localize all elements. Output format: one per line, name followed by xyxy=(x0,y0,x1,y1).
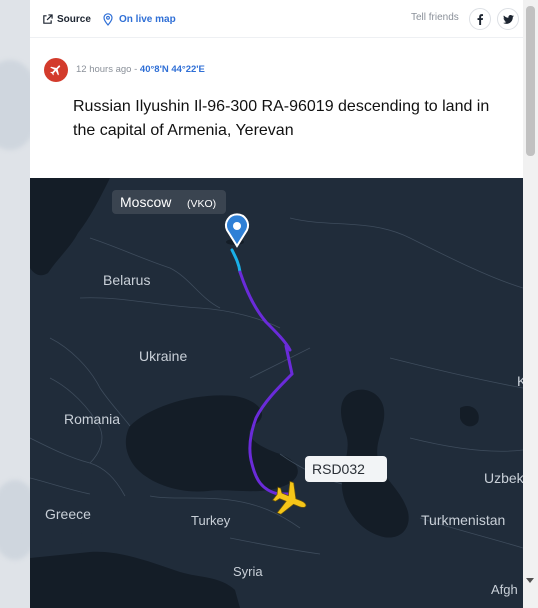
origin-city: Moscow xyxy=(120,194,172,210)
label-belarus: Belarus xyxy=(103,272,150,288)
post-headline: Russian Ilyushin Il-96-300 RA-96019 desc… xyxy=(73,98,490,139)
meta-separator: - xyxy=(134,64,138,75)
callsign-text: RSD032 xyxy=(312,461,365,477)
tell-friends-label: Tell friends xyxy=(411,12,459,23)
scrollbar-thumb[interactable] xyxy=(526,6,535,156)
origin-code: (VKO) xyxy=(187,198,216,210)
event-card: Source On live map Tell friends 12 hours… xyxy=(30,0,523,608)
label-syria: Syria xyxy=(233,564,263,579)
facebook-icon xyxy=(477,13,484,25)
source-label: Source xyxy=(57,13,91,25)
facebook-share-button[interactable] xyxy=(469,8,491,30)
flight-map-image: Moscow (VKO) RSD032 Belarus Ukraine Roma… xyxy=(30,178,523,608)
source-avatar xyxy=(44,58,68,82)
post-coordinates[interactable]: 40°8'N 44°22'E xyxy=(140,64,205,75)
map-pin-icon xyxy=(103,12,113,26)
origin-label: Moscow (VKO) xyxy=(112,190,226,214)
label-turkmenistan: Turkmenistan xyxy=(421,512,505,528)
post-time: 12 hours ago xyxy=(76,64,132,75)
label-romania: Romania xyxy=(64,411,120,427)
label-greece: Greece xyxy=(45,506,91,522)
label-uzbek: Uzbek xyxy=(484,470,523,486)
card-toolbar: Source On live map Tell friends xyxy=(30,0,523,38)
external-link-icon xyxy=(43,13,53,24)
scroll-down-arrow-icon[interactable] xyxy=(526,578,534,583)
vertical-scrollbar[interactable] xyxy=(523,0,538,608)
airplane-icon xyxy=(50,65,61,76)
label-ukraine: Ukraine xyxy=(139,348,187,364)
flight-map: Moscow (VKO) RSD032 Belarus Ukraine Roma… xyxy=(30,178,523,608)
live-map-link[interactable]: On live map xyxy=(103,11,176,27)
twitter-share-button[interactable] xyxy=(497,8,519,30)
twitter-icon xyxy=(502,14,514,24)
callsign-label[interactable]: RSD032 xyxy=(305,456,387,482)
label-afgh: Afgh xyxy=(491,582,518,597)
source-link[interactable]: Source xyxy=(42,11,91,27)
live-map-label: On live map xyxy=(119,13,176,25)
post-meta: 12 hours ago - 40°8'N 44°22'E xyxy=(76,64,205,75)
label-turkey: Turkey xyxy=(191,513,231,528)
